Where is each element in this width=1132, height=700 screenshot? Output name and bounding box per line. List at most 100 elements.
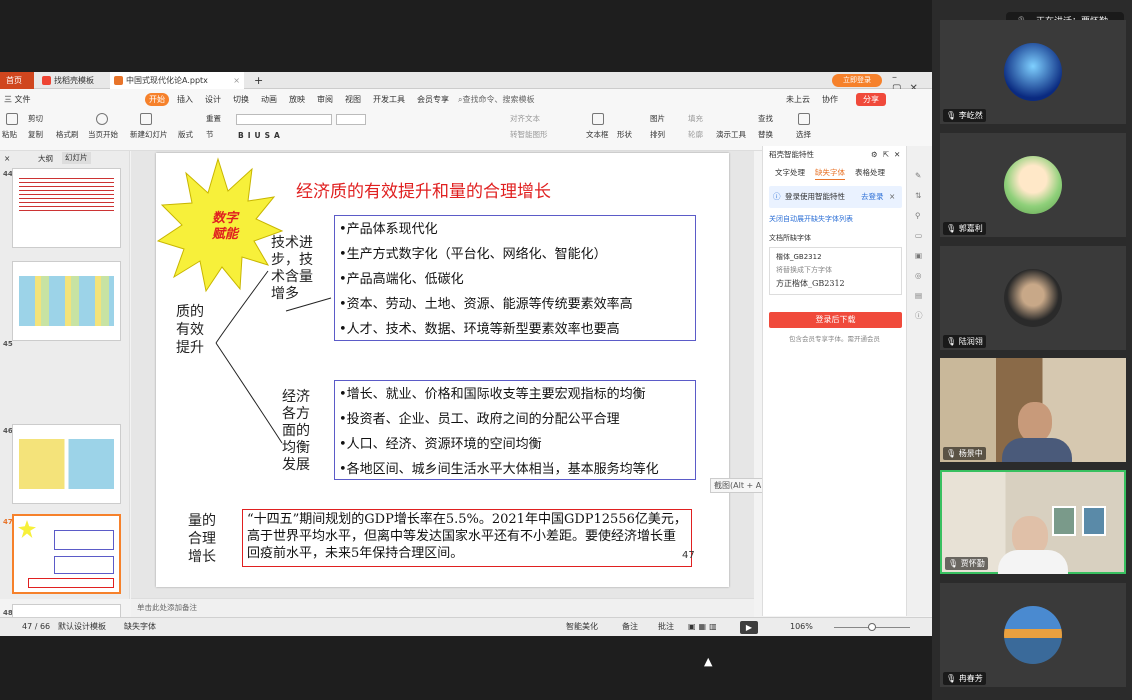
- copy-button[interactable]: 复制: [28, 129, 43, 141]
- menu-start[interactable]: 开始: [145, 93, 169, 106]
- from-current-button[interactable]: 当页开始: [88, 129, 118, 141]
- slide-thumb[interactable]: [12, 424, 121, 504]
- textbox-button[interactable]: 文本框: [586, 129, 609, 141]
- zoom-level[interactable]: 106%: [790, 621, 813, 633]
- tab-text-processing[interactable]: 文字处理: [775, 167, 805, 179]
- text-format-buttons[interactable]: BIUSA: [238, 130, 284, 142]
- search-command[interactable]: ⌕查找命令、搜索模板: [458, 93, 534, 107]
- slide[interactable]: 数字 赋能 经济质的有效提升和量的合理增长 质的 有效 提升 技术进 步，技 术…: [156, 153, 729, 587]
- tab-bar: 首页 找稻壳模板 中国式现代化论A.pptx× + 立即登录 –▢✕: [0, 72, 932, 94]
- beautify-button[interactable]: 智能美化: [566, 621, 598, 633]
- new-slide-icon[interactable]: [140, 113, 152, 125]
- menu-transition[interactable]: 切换: [233, 93, 249, 107]
- notes-toggle[interactable]: 备注: [622, 621, 638, 633]
- cloud-status[interactable]: 未上云: [786, 93, 810, 107]
- font-size-select[interactable]: [336, 114, 366, 125]
- menu-file[interactable]: 三 文件: [4, 93, 31, 107]
- tab-template[interactable]: 找稻壳模板: [38, 72, 110, 89]
- zoom-handle[interactable]: [868, 623, 876, 631]
- image-button[interactable]: 图片: [650, 113, 665, 125]
- align-text-button[interactable]: 对齐文本: [510, 113, 540, 125]
- format-painter-button[interactable]: 格式刷: [56, 129, 79, 141]
- thumb-star: [18, 520, 36, 538]
- screen-bottom-bar: [0, 636, 932, 700]
- menu-review[interactable]: 审阅: [317, 93, 333, 107]
- info-icon: ⓘ: [773, 192, 781, 201]
- reset-button[interactable]: 重置: [206, 113, 221, 125]
- star-text: 数字 赋能: [211, 211, 238, 242]
- participant-video[interactable]: 🎙 杨景中: [940, 358, 1126, 462]
- new-tab-button[interactable]: +: [250, 72, 266, 89]
- layout-button[interactable]: 版式: [178, 129, 193, 141]
- close-icon[interactable]: ×: [233, 72, 240, 89]
- play-button[interactable]: ▶: [740, 621, 758, 634]
- select-button[interactable]: 选择: [796, 129, 811, 141]
- arrange-button[interactable]: 排列: [650, 129, 665, 141]
- template-name[interactable]: 默认设计模板: [58, 621, 106, 633]
- participant-name: 🎙 杨景中: [943, 447, 986, 460]
- panel-controls[interactable]: ⚙⇱✕: [871, 149, 905, 161]
- notes-bar[interactable]: 单击此处添加备注: [131, 598, 754, 617]
- menu-slideshow[interactable]: 放映: [289, 93, 305, 107]
- menu-design[interactable]: 设计: [205, 93, 221, 107]
- tech-label: 技术进 步，技 术含量 增多: [271, 235, 313, 302]
- menu-devtools[interactable]: 开发工具: [373, 93, 405, 107]
- participant-tile[interactable]: 🎙 冉春芳: [940, 583, 1126, 687]
- close-icon[interactable]: ×: [889, 191, 895, 203]
- paste-icon[interactable]: [6, 113, 18, 125]
- font-family-select[interactable]: [236, 114, 332, 125]
- participant-tile[interactable]: 🎙 李屹然: [940, 20, 1126, 124]
- panel-title: 稻壳智能特性: [769, 150, 814, 159]
- notes-placeholder[interactable]: 单击此处添加备注: [137, 602, 197, 614]
- smartart-button[interactable]: 转智能图形: [510, 129, 548, 141]
- box-line: •人口、经济、资源环境的空间均衡: [339, 437, 542, 452]
- fill-button[interactable]: 填充: [688, 113, 703, 125]
- participant-video-active[interactable]: 🎙 贾怀勤: [940, 470, 1126, 574]
- menu-view[interactable]: 视图: [345, 93, 361, 107]
- toolbar-icons[interactable]: ✎ ⇅ ⚲ ▭ ▣ ◎ ▤ ⓘ: [915, 166, 927, 326]
- textbox-icon[interactable]: [592, 113, 604, 125]
- play-icon[interactable]: [96, 113, 108, 125]
- missing-font-status[interactable]: 缺失字体: [124, 621, 156, 633]
- comment-toggle[interactable]: 批注: [658, 621, 674, 633]
- vip-tip: 包含会员专享字体。需开通会员: [789, 335, 880, 343]
- new-slide-button[interactable]: 新建幻灯片: [130, 129, 168, 141]
- login-link[interactable]: 去登录: [861, 191, 884, 203]
- download-button[interactable]: 登录后下载: [769, 312, 902, 328]
- slide-thumb-active[interactable]: [12, 514, 121, 594]
- tab-table-processing[interactable]: 表格处理: [855, 167, 885, 179]
- section-button[interactable]: 节: [206, 129, 214, 141]
- mic-icon: 🎙: [948, 559, 959, 568]
- presenter-tools-button[interactable]: 演示工具: [716, 129, 746, 141]
- tab-file[interactable]: 中国式现代化论A.pptx ×: [110, 72, 244, 89]
- participant-tile[interactable]: 🎙 郭嘉利: [940, 133, 1126, 237]
- select-icon[interactable]: [798, 113, 810, 125]
- participant-tile[interactable]: 🎙 陆润翎: [940, 246, 1126, 350]
- menu-vip[interactable]: 会员专享: [417, 93, 449, 107]
- auto-expand-link[interactable]: 关闭自动展开缺失字体列表: [769, 213, 853, 225]
- tab-slides[interactable]: 幻灯片: [62, 152, 91, 164]
- login-button[interactable]: 立即登录: [832, 74, 882, 87]
- tab-label: 中国式现代化论A.pptx: [126, 76, 208, 85]
- outline-button[interactable]: 轮廓: [688, 129, 703, 141]
- tab-home[interactable]: 首页: [0, 72, 34, 89]
- slide-thumb[interactable]: [12, 261, 121, 341]
- slide-thumb[interactable]: [12, 168, 121, 248]
- shape-button[interactable]: 形状: [617, 129, 632, 141]
- thumb-number: 45: [3, 340, 13, 348]
- view-buttons[interactable]: ▣▦▥: [688, 621, 720, 633]
- find-button[interactable]: 查找: [758, 113, 773, 125]
- mic-icon: 🎙: [946, 111, 957, 120]
- menu-bar: 三 文件 开始 插入 设计 切换 动画 放映 审阅 视图 开发工具 会员专享 ⌕…: [0, 89, 932, 111]
- menu-animation[interactable]: 动画: [261, 93, 277, 107]
- participant-name: 🎙 贾怀勤: [945, 557, 988, 570]
- share-button[interactable]: 分享: [856, 93, 886, 106]
- panel-close-icon[interactable]: ×: [4, 153, 10, 165]
- tab-outline[interactable]: 大纲: [38, 153, 53, 165]
- menu-insert[interactable]: 插入: [177, 93, 193, 107]
- name-text: 郭嘉利: [958, 224, 983, 233]
- collab-button[interactable]: 协作: [822, 93, 838, 107]
- cut-button[interactable]: 剪切: [28, 113, 43, 125]
- tab-missing-font[interactable]: 缺失字体: [815, 167, 845, 180]
- replace-button[interactable]: 替换: [758, 129, 773, 141]
